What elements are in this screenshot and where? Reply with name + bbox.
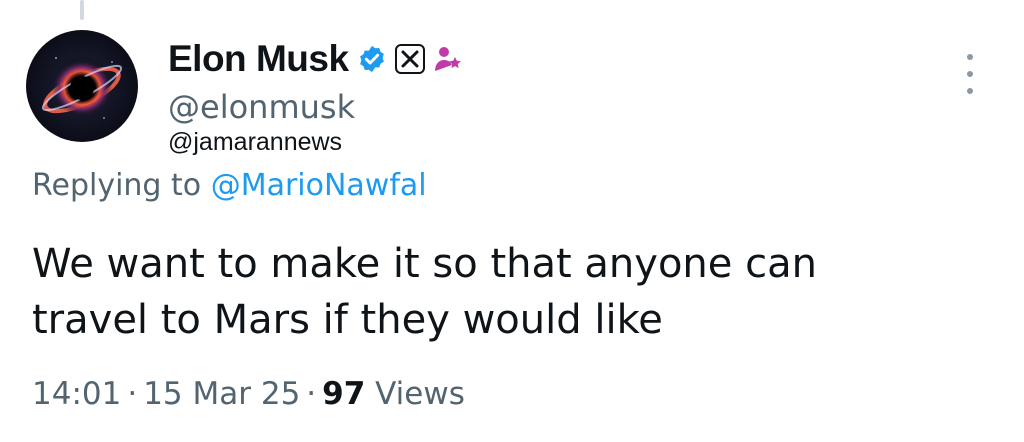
more-vertical-icon-dot: [967, 71, 973, 77]
person-star-icon[interactable]: [433, 44, 463, 74]
views-count[interactable]: 97: [322, 376, 365, 412]
tweet-time[interactable]: 14:01: [32, 376, 121, 412]
verified-check-icon[interactable]: [357, 44, 387, 74]
thread-connector-line: [80, 0, 84, 20]
meta-separator: ·: [127, 376, 138, 412]
meta-separator: ·: [306, 376, 317, 412]
watermark-text: @jamarannews: [168, 128, 343, 156]
tweet-text-line: We want to make it so that anyone can: [32, 241, 817, 287]
reply-mention-link[interactable]: @MarioNawfal: [211, 168, 427, 203]
replying-to-line: Replying to @MarioNawfal: [32, 168, 427, 203]
more-options-button[interactable]: [958, 54, 982, 94]
more-vertical-icon: [967, 54, 973, 60]
black-hole-avatar-image: [41, 57, 123, 119]
tweet-date[interactable]: 15 Mar 25: [143, 376, 300, 412]
avatar[interactable]: [26, 30, 138, 142]
author-name-row: Elon Musk: [168, 36, 463, 82]
more-vertical-icon-dot: [967, 88, 973, 94]
replying-to-label: Replying to: [32, 168, 202, 203]
x-logo-icon[interactable]: [394, 44, 425, 74]
tweet-body-text: We want to make it so that anyone can tr…: [32, 236, 992, 348]
author-display-name[interactable]: Elon Musk: [168, 38, 349, 80]
views-label[interactable]: Views: [375, 376, 465, 412]
tweet-text-line: travel to Mars if they would like: [32, 297, 663, 343]
author-handle[interactable]: @elonmusk: [168, 88, 355, 126]
tweet-meta: 14:01 · 15 Mar 25 · 97 Views: [32, 376, 465, 412]
